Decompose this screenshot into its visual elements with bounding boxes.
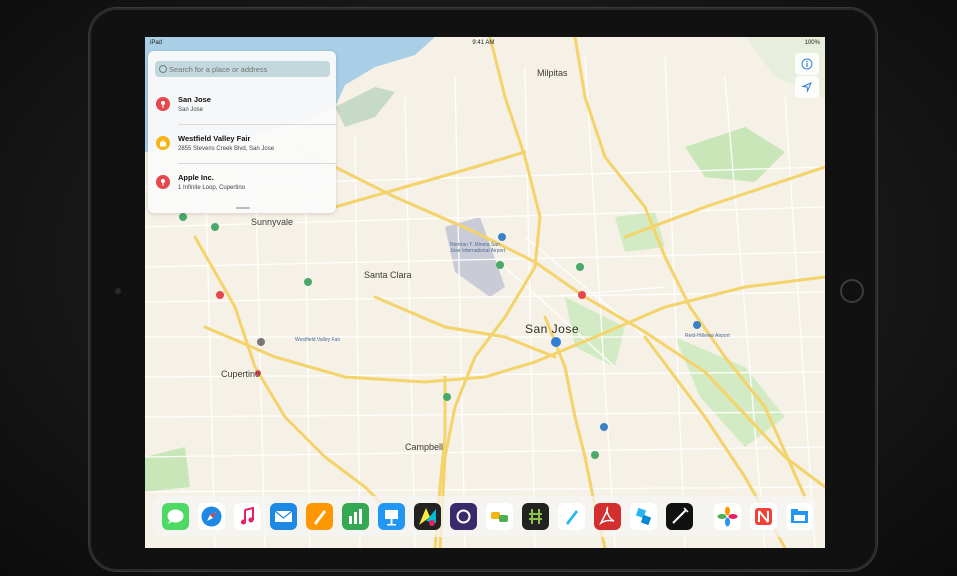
pin-icon [156,97,170,111]
location-arrow-icon [801,82,812,93]
app-icon-purple[interactable] [450,503,477,530]
map-label-campbell: Campbell [405,442,444,452]
carrier-label: iPad [150,39,163,46]
result-title: Apple Inc. [178,173,214,182]
info-icon [801,58,813,70]
app-icon-chat-bubbles[interactable] [486,503,513,530]
mail-app-icon[interactable] [270,503,297,530]
search-input[interactable] [155,61,330,77]
map-info-button[interactable] [795,53,819,75]
map-label-sunnyvale: Sunnyvale [251,217,294,227]
keynote-app-icon[interactable] [378,503,405,530]
battery-label: 100% [804,39,820,46]
panel-grabber-handle[interactable] [236,207,250,209]
search-panel: San Jose San Jose Westfield Valley Fair … [148,51,336,213]
search-result-item[interactable]: Westfield Valley Fair 2855 Stevens Creek… [148,125,336,163]
result-title: San Jose [178,95,211,104]
shopping-bag-icon [156,136,170,150]
dock [153,496,817,537]
map-label-valley-fair: Westfield Valley Fair [295,337,341,343]
map-label-milpitas: Milpitas [537,68,568,78]
search-result-item[interactable]: Apple Inc. 1 Infinite Loop, Cupertino [148,164,336,202]
map-label-cupertino: Cupertino [221,369,261,379]
result-subtitle: 1 Infinite Loop, Cupertino [178,185,246,191]
safari-app-icon[interactable] [198,503,225,530]
app-icon-files[interactable] [786,503,813,530]
pages-app-icon[interactable] [306,503,333,530]
app-icon-hashtag[interactable] [522,503,549,530]
home-button[interactable] [840,279,864,303]
messages-app-icon[interactable] [162,503,189,530]
numbers-app-icon[interactable] [342,503,369,530]
app-icon-draw[interactable] [666,503,693,530]
map-location-button[interactable] [795,76,819,98]
map-label-airport: Norman Y. Mineta San Jose International … [450,242,506,254]
map-label-reid-hillview: Reid-Hillview Airport [685,333,730,339]
ipad-screen: iPad 9:41 AM 100% Milpitas Sunnyvale San… [145,37,825,548]
map-label-santa-clara: Santa Clara [364,270,412,280]
acrobat-app-icon[interactable] [594,503,621,530]
pin-icon [156,175,170,189]
result-title: Westfield Valley Fair [178,134,251,143]
photos-app-icon[interactable] [714,503,741,530]
app-icon-blue-blocks[interactable] [630,503,657,530]
news-app-icon[interactable] [750,503,777,530]
app-icon-colorful[interactable] [414,503,441,530]
front-camera [115,288,121,294]
result-subtitle: San Jose [178,107,204,113]
search-icon [159,65,167,73]
search-result-item[interactable]: San Jose San Jose [148,86,336,124]
result-subtitle: 2855 Stevens Creek Blvd, San Jose [178,146,275,152]
clock: 9:41 AM [472,39,495,46]
status-bar: iPad 9:41 AM 100% [145,37,825,48]
music-app-icon[interactable] [234,503,261,530]
app-icon-pencil[interactable] [558,503,585,530]
map-label-san-jose: San Jose [525,322,580,336]
